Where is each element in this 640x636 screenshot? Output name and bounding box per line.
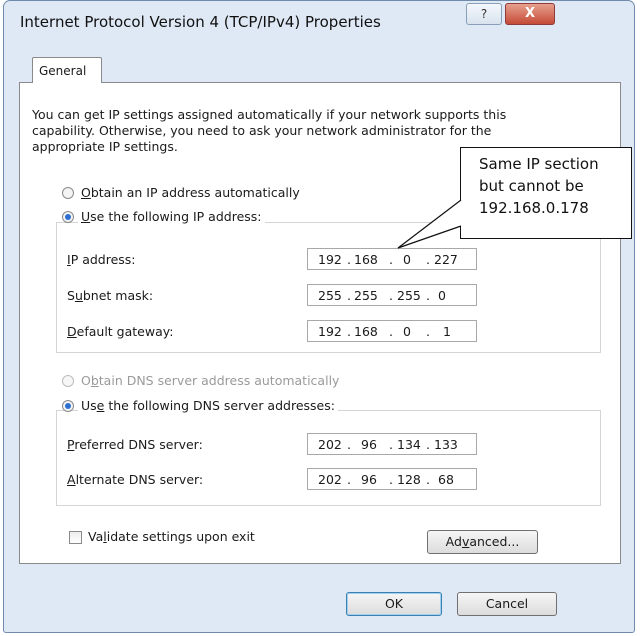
gateway-octet-4: 1: [443, 324, 451, 339]
default-gateway-field[interactable]: 192 . 168 . 0 . 1: [307, 320, 477, 342]
octet-separator: .: [347, 472, 351, 487]
close-button[interactable]: X: [505, 3, 555, 25]
octet-separator: .: [389, 437, 393, 452]
ip-octet-1: 192: [318, 252, 342, 267]
octet-separator: .: [347, 324, 351, 339]
validate-settings-checkbox[interactable]: [69, 531, 82, 544]
ip-address-label: IP address:: [67, 252, 136, 267]
tab-general[interactable]: General: [32, 57, 102, 83]
callout-line-1: Same IP section: [479, 155, 599, 173]
preferred-dns-field[interactable]: 202 . 96 . 134 . 133: [307, 433, 477, 455]
octet-separator: .: [389, 472, 393, 487]
ip-octet-3: 0: [403, 252, 411, 267]
obtain-dns-auto-label: Obtain DNS server address automatically: [81, 373, 340, 388]
octet-separator: .: [426, 437, 430, 452]
use-following-ip-radio[interactable]: [62, 211, 74, 223]
ok-button[interactable]: OK: [346, 592, 442, 616]
default-gateway-label: Default gateway:: [67, 324, 174, 339]
preferred-dns-label: Preferred DNS server:: [67, 437, 203, 452]
callout-line-3: 192.168.0.178: [479, 199, 589, 217]
dns-server-group: [56, 410, 601, 506]
tab-general-label: General: [39, 64, 87, 78]
ip-address-field[interactable]: 192 . 168 . 0 . 227: [307, 248, 477, 270]
subnet-octet-1: 255: [318, 288, 342, 303]
subnet-mask-label: Subnet mask:: [67, 288, 154, 303]
octet-separator: .: [389, 288, 393, 303]
preferred-dns-octet-1: 202: [318, 437, 342, 452]
alternate-dns-octet-1: 202: [318, 472, 342, 487]
octet-separator: .: [426, 288, 430, 303]
octet-separator: .: [426, 472, 430, 487]
close-icon: X: [524, 6, 536, 21]
cancel-button[interactable]: Cancel: [457, 592, 557, 616]
alternate-dns-field[interactable]: 202 . 96 . 128 . 68: [307, 468, 477, 490]
obtain-ip-auto-radio[interactable]: [62, 187, 74, 199]
gateway-octet-3: 0: [403, 324, 411, 339]
ip-octet-2: 168: [354, 252, 378, 267]
octet-separator: .: [389, 252, 393, 267]
subnet-octet-4: 0: [438, 288, 446, 303]
help-button[interactable]: ?: [466, 3, 502, 25]
alternate-dns-label: Alternate DNS server:: [67, 472, 204, 487]
subnet-mask-field[interactable]: 255 . 255 . 255 . 0: [307, 284, 477, 306]
preferred-dns-octet-4: 133: [434, 437, 458, 452]
use-following-dns-label: Use the following DNS server addresses:: [78, 398, 338, 413]
octet-separator: .: [426, 252, 430, 267]
subnet-octet-2: 255: [354, 288, 378, 303]
alternate-dns-octet-4: 68: [438, 472, 454, 487]
callout-line-2: but cannot be: [479, 177, 584, 195]
octet-separator: .: [347, 437, 351, 452]
validate-settings-label: Validate settings upon exit: [88, 529, 255, 544]
help-icon: ?: [480, 7, 488, 21]
gateway-octet-2: 168: [354, 324, 378, 339]
obtain-ip-auto-label: Obtain an IP address automatically: [81, 185, 300, 200]
window-title: Internet Protocol Version 4 (TCP/IPv4) P…: [20, 13, 381, 31]
subnet-octet-3: 255: [397, 288, 421, 303]
preferred-dns-octet-3: 134: [397, 437, 421, 452]
use-following-dns-radio[interactable]: [62, 400, 74, 412]
preferred-dns-octet-2: 96: [361, 437, 377, 452]
alternate-dns-octet-2: 96: [361, 472, 377, 487]
obtain-dns-auto-radio[interactable]: [62, 375, 74, 387]
advanced-button[interactable]: Advanced...: [427, 530, 538, 554]
callout-annotation: Same IP section but cannot be 192.168.0.…: [460, 147, 632, 239]
octet-separator: .: [347, 288, 351, 303]
octet-separator: .: [389, 324, 393, 339]
octet-separator: .: [426, 324, 430, 339]
gateway-octet-1: 192: [318, 324, 342, 339]
ip-octet-4: 227: [434, 252, 458, 267]
octet-separator: .: [347, 252, 351, 267]
alternate-dns-octet-3: 128: [397, 472, 421, 487]
use-following-ip-label: Use the following IP address:: [78, 209, 265, 224]
